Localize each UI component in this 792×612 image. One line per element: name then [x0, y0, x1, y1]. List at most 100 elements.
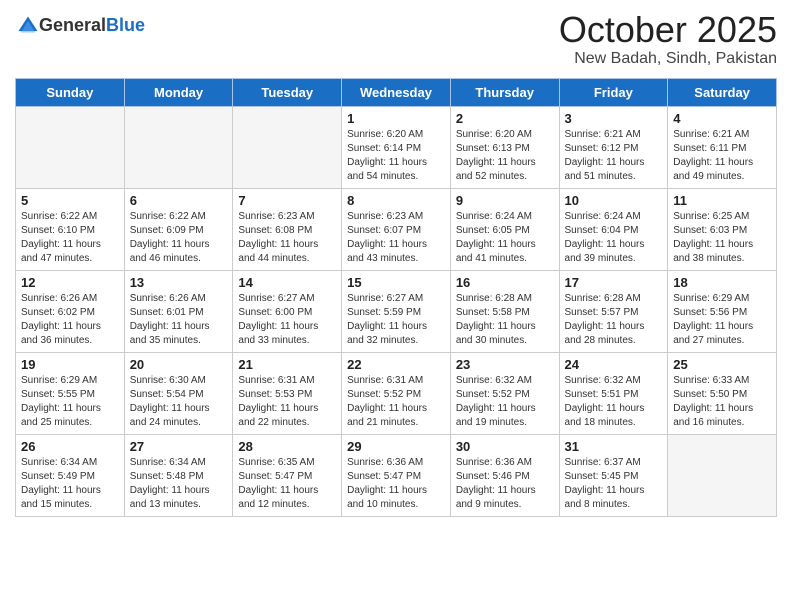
title-block: October 2025 New Badah, Sindh, Pakistan	[559, 10, 777, 68]
day-info: Sunrise: 6:36 AM Sunset: 5:46 PM Dayligh…	[456, 456, 554, 512]
day-cell: 15 Sunrise: 6:27 AM Sunset: 5:59 PM Dayli…	[342, 270, 451, 352]
day-cell: 30Sunrise: 6:36 AM Sunset: 5:46 PM Dayli…	[450, 434, 559, 516]
day-cell: 4 Sunrise: 6:21 AM Sunset: 6:11 PM Daylig…	[668, 106, 777, 188]
day-info: Sunrise: 6:31 AM Sunset: 5:52 PM Dayligh…	[347, 374, 445, 430]
day-info: Sunrise: 6:25 AM Sunset: 6:03 PM Dayligh…	[673, 210, 771, 266]
day-info: Sunrise: 6:28 AM Sunset: 5:58 PM Dayligh…	[456, 292, 554, 348]
day-cell: 26Sunrise: 6:34 AM Sunset: 5:49 PM Dayli…	[16, 434, 125, 516]
day-number: 6	[130, 193, 228, 208]
day-info: Sunrise: 6:23 AM Sunset: 6:07 PM Dayligh…	[347, 210, 445, 266]
day-cell: 31 Sunrise: 6:37 AM Sunset: 5:45 PM Dayli…	[559, 434, 668, 516]
day-number: 14	[238, 275, 336, 290]
day-cell	[16, 106, 125, 188]
day-info: Sunrise: 6:24 AM Sunset: 6:04 PM Dayligh…	[565, 210, 663, 266]
day-cell: 5Sunrise: 6:22 AM Sunset: 6:10 PM Daylig…	[16, 188, 125, 270]
location: New Badah, Sindh, Pakistan	[559, 50, 777, 68]
day-cell: 14 Sunrise: 6:27 AM Sunset: 6:00 PM Dayli…	[233, 270, 342, 352]
day-number: 21	[238, 357, 336, 372]
day-info: Sunrise: 6:22 AM Sunset: 6:10 PM Dayligh…	[21, 210, 119, 266]
day-cell: 9 Sunrise: 6:24 AM Sunset: 6:05 PM Daylig…	[450, 188, 559, 270]
week-row-3: 19 Sunrise: 6:29 AM Sunset: 5:55 PM Dayli…	[16, 352, 777, 434]
day-number: 31	[565, 439, 663, 454]
day-info: Sunrise: 6:20 AM Sunset: 6:13 PM Dayligh…	[456, 128, 554, 184]
day-number: 16	[456, 275, 554, 290]
day-cell	[668, 434, 777, 516]
day-number: 10	[565, 193, 663, 208]
day-cell: 8 Sunrise: 6:23 AM Sunset: 6:07 PM Daylig…	[342, 188, 451, 270]
day-info: Sunrise: 6:33 AM Sunset: 5:50 PM Dayligh…	[673, 374, 771, 430]
day-info: Sunrise: 6:36 AM Sunset: 5:47 PM Dayligh…	[347, 456, 445, 512]
day-info: Sunrise: 6:26 AM Sunset: 6:02 PM Dayligh…	[21, 292, 119, 348]
day-number: 3	[565, 111, 663, 126]
col-saturday: Saturday	[668, 78, 777, 106]
day-info: Sunrise: 6:32 AM Sunset: 5:52 PM Dayligh…	[456, 374, 554, 430]
day-number: 20	[130, 357, 228, 372]
day-info: Sunrise: 6:35 AM Sunset: 5:47 PM Dayligh…	[238, 456, 336, 512]
day-info: Sunrise: 6:20 AM Sunset: 6:14 PM Dayligh…	[347, 128, 445, 184]
day-cell: 13Sunrise: 6:26 AM Sunset: 6:01 PM Dayli…	[124, 270, 233, 352]
day-number: 7	[238, 193, 336, 208]
day-info: Sunrise: 6:27 AM Sunset: 5:59 PM Dayligh…	[347, 292, 445, 348]
day-cell: 2 Sunrise: 6:20 AM Sunset: 6:13 PM Daylig…	[450, 106, 559, 188]
day-number: 9	[456, 193, 554, 208]
header: GeneralBlue October 2025 New Badah, Sind…	[15, 10, 777, 68]
day-number: 4	[673, 111, 771, 126]
day-cell: 1 Sunrise: 6:20 AM Sunset: 6:14 PM Daylig…	[342, 106, 451, 188]
day-number: 8	[347, 193, 445, 208]
col-thursday: Thursday	[450, 78, 559, 106]
calendar-body: 1 Sunrise: 6:20 AM Sunset: 6:14 PM Daylig…	[16, 106, 777, 516]
day-number: 27	[130, 439, 228, 454]
day-info: Sunrise: 6:28 AM Sunset: 5:57 PM Dayligh…	[565, 292, 663, 348]
day-cell: 25 Sunrise: 6:33 AM Sunset: 5:50 PM Dayli…	[668, 352, 777, 434]
logo-text: GeneralBlue	[39, 16, 145, 36]
day-number: 29	[347, 439, 445, 454]
day-number: 15	[347, 275, 445, 290]
day-info: Sunrise: 6:27 AM Sunset: 6:00 PM Dayligh…	[238, 292, 336, 348]
logo-icon	[17, 15, 39, 37]
day-info: Sunrise: 6:29 AM Sunset: 5:56 PM Dayligh…	[673, 292, 771, 348]
day-info: Sunrise: 6:23 AM Sunset: 6:08 PM Dayligh…	[238, 210, 336, 266]
day-number: 24	[565, 357, 663, 372]
day-cell: 29 Sunrise: 6:36 AM Sunset: 5:47 PM Dayli…	[342, 434, 451, 516]
col-sunday: Sunday	[16, 78, 125, 106]
calendar-table: Sunday Monday Tuesday Wednesday Thursday…	[15, 78, 777, 517]
day-info: Sunrise: 6:29 AM Sunset: 5:55 PM Dayligh…	[21, 374, 119, 430]
day-info: Sunrise: 6:34 AM Sunset: 5:48 PM Dayligh…	[130, 456, 228, 512]
day-number: 1	[347, 111, 445, 126]
day-number: 28	[238, 439, 336, 454]
week-row-4: 26Sunrise: 6:34 AM Sunset: 5:49 PM Dayli…	[16, 434, 777, 516]
day-cell: 20Sunrise: 6:30 AM Sunset: 5:54 PM Dayli…	[124, 352, 233, 434]
day-number: 18	[673, 275, 771, 290]
day-number: 2	[456, 111, 554, 126]
day-info: Sunrise: 6:37 AM Sunset: 5:45 PM Dayligh…	[565, 456, 663, 512]
day-info: Sunrise: 6:21 AM Sunset: 6:11 PM Dayligh…	[673, 128, 771, 184]
day-cell: 28 Sunrise: 6:35 AM Sunset: 5:47 PM Dayli…	[233, 434, 342, 516]
day-number: 23	[456, 357, 554, 372]
col-tuesday: Tuesday	[233, 78, 342, 106]
day-info: Sunrise: 6:31 AM Sunset: 5:53 PM Dayligh…	[238, 374, 336, 430]
col-monday: Monday	[124, 78, 233, 106]
day-cell: 21 Sunrise: 6:31 AM Sunset: 5:53 PM Dayli…	[233, 352, 342, 434]
week-row-0: 1 Sunrise: 6:20 AM Sunset: 6:14 PM Daylig…	[16, 106, 777, 188]
day-number: 17	[565, 275, 663, 290]
day-cell: 11Sunrise: 6:25 AM Sunset: 6:03 PM Dayli…	[668, 188, 777, 270]
day-cell: 16 Sunrise: 6:28 AM Sunset: 5:58 PM Dayli…	[450, 270, 559, 352]
day-info: Sunrise: 6:34 AM Sunset: 5:49 PM Dayligh…	[21, 456, 119, 512]
col-friday: Friday	[559, 78, 668, 106]
day-number: 19	[21, 357, 119, 372]
day-number: 13	[130, 275, 228, 290]
day-cell: 18 Sunrise: 6:29 AM Sunset: 5:56 PM Dayli…	[668, 270, 777, 352]
day-info: Sunrise: 6:21 AM Sunset: 6:12 PM Dayligh…	[565, 128, 663, 184]
day-cell	[124, 106, 233, 188]
day-info: Sunrise: 6:24 AM Sunset: 6:05 PM Dayligh…	[456, 210, 554, 266]
logo: GeneralBlue	[15, 15, 145, 37]
day-cell: 7 Sunrise: 6:23 AM Sunset: 6:08 PM Daylig…	[233, 188, 342, 270]
logo-blue-text: Blue	[106, 15, 145, 35]
month-title: October 2025	[559, 10, 777, 50]
day-cell: 12 Sunrise: 6:26 AM Sunset: 6:02 PM Dayli…	[16, 270, 125, 352]
day-cell: 27 Sunrise: 6:34 AM Sunset: 5:48 PM Dayli…	[124, 434, 233, 516]
day-cell: 22Sunrise: 6:31 AM Sunset: 5:52 PM Dayli…	[342, 352, 451, 434]
day-info: Sunrise: 6:32 AM Sunset: 5:51 PM Dayligh…	[565, 374, 663, 430]
day-number: 12	[21, 275, 119, 290]
day-number: 25	[673, 357, 771, 372]
